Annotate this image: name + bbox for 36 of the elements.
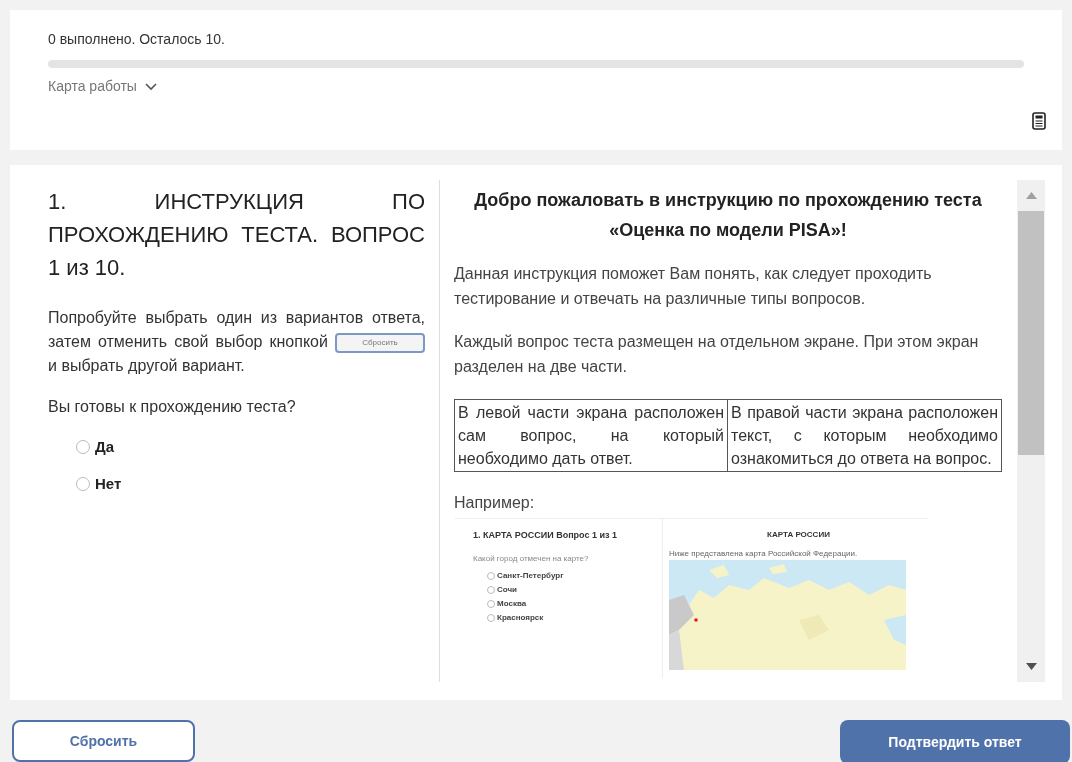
radio-button[interactable] (76, 476, 90, 491)
option-label[interactable]: Нет (95, 472, 122, 495)
scroll-up-icon (1025, 192, 1037, 199)
instruction-text: Попробуйте выбрать один из вариантов ответа, затем отменить свой выбор кнопкой Сбросить и выбрать другой вариант. (48, 308, 425, 376)
scroll-down-icon (1025, 663, 1037, 670)
option-label[interactable]: Да (95, 436, 115, 459)
chevron-icon (144, 82, 157, 91)
progress-text: 0 выполнено. Осталось 10. (48, 30, 226, 48)
submit-button[interactable]: Подтвердить ответ (840, 720, 1070, 762)
question-title: 1. ИНСТРУКЦИЯ ПО ПРОХОЖДЕНИЮ ТЕСТА. ВОПРОС 1 из 10. (48, 188, 425, 282)
question-prompt: Вы готовы к прохождению теста? (48, 397, 297, 417)
example-prompt: Какой город отмечен на карте? (473, 552, 590, 565)
work-map-toggle[interactable]: Карта работы (48, 76, 157, 97)
reset-button[interactable]: Сбросить (335, 332, 425, 353)
example-title: 1. КАРТА РОССИИ Вопрос 1 из 1 (473, 529, 618, 542)
example-option: Сочи (497, 584, 518, 595)
example-option: Москва (497, 598, 527, 609)
example-label: Например: (454, 493, 536, 513)
content-paragraph: Данная инструкция поможет Вам понять, как следует проходить тестирование и отвечать на различные типы вопросов. (454, 264, 933, 309)
content-paragraph: Каждый вопрос теста размещен на отдельном экране. При этом экран разделен на две части. (454, 332, 980, 377)
radio-button[interactable] (487, 585, 495, 594)
example-right-heading: КАРТА РОССИИ (766, 529, 831, 541)
content-heading: Добро пожаловать в инструкцию по прохождению теста «Оценка по модели PISA»! (473, 189, 983, 242)
table-cell: В левой части экрана расположен сам вопрос, на который необходимо дать ответ. (455, 400, 728, 471)
example-option: Санкт-Петербург (497, 570, 564, 581)
radio-button[interactable] (487, 571, 495, 580)
calculator-icon[interactable] (1032, 112, 1046, 130)
reset-button[interactable]: Сбросить (12, 720, 195, 762)
scrollbar[interactable] (1017, 180, 1045, 682)
example-caption: Ниже представлена карта Российской Федерации. (669, 549, 859, 559)
radio-button[interactable] (487, 613, 495, 622)
table-cell-text: В правой части экрана расположен текст, с которым необходимо ознакомиться до ответа на вопрос. (730, 403, 999, 469)
radio-button[interactable] (487, 599, 495, 608)
scroll-thumb[interactable] (1018, 211, 1044, 455)
example-option: Красноярск (497, 612, 544, 623)
radio-button[interactable] (76, 440, 90, 455)
